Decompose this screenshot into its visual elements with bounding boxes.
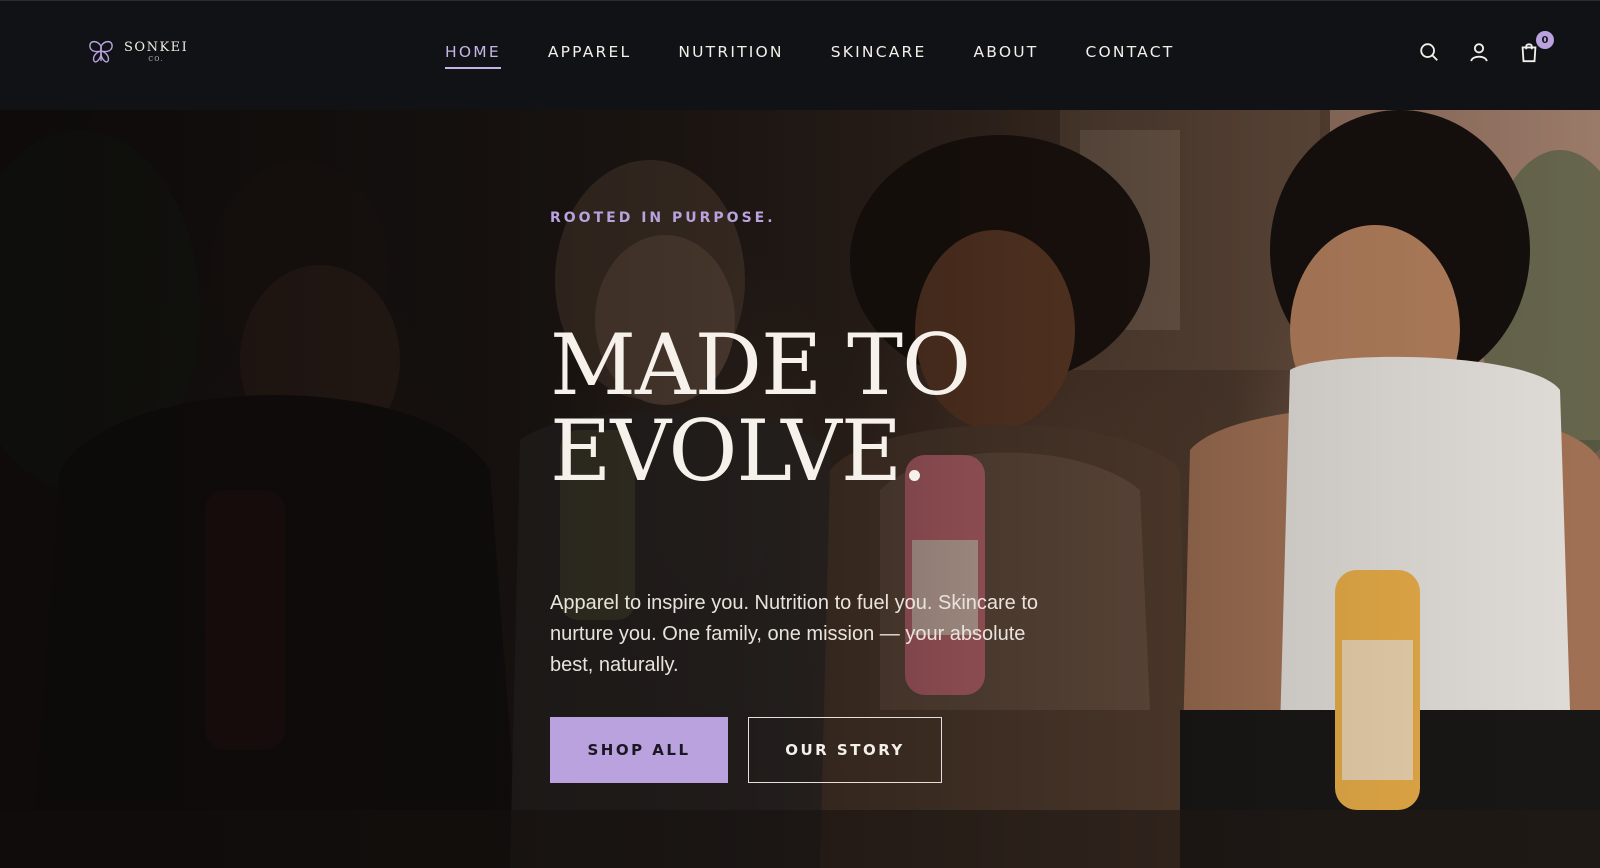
nav-item-nutrition[interactable]: NUTRITION — [678, 43, 783, 67]
nav-item-skincare[interactable]: SKINCARE — [831, 43, 927, 67]
hero-content: ROOTED IN PURPOSE. MADE TO EVOLVE. Appar… — [550, 210, 1110, 783]
nav-item-contact[interactable]: CONTACT — [1085, 43, 1174, 67]
search-icon[interactable] — [1418, 41, 1440, 63]
hero-headline-line-1: MADE TO — [550, 316, 971, 414]
nav-item-apparel[interactable]: APPAREL — [548, 43, 632, 67]
main-nav: HOME APPAREL NUTRITION SKINCARE ABOUT CO… — [445, 43, 1174, 69]
hero-section: ROOTED IN PURPOSE. MADE TO EVOLVE. Appar… — [0, 110, 1600, 868]
brand-sub: CO. — [148, 56, 164, 63]
hero-headline-line-2: EVOLVE. — [550, 402, 928, 500]
shopping-bag-icon[interactable]: 0 — [1518, 31, 1554, 63]
hero-eyebrow: ROOTED IN PURPOSE. — [550, 210, 776, 226]
our-story-button[interactable]: OUR STORY — [748, 717, 942, 783]
nav-item-home[interactable]: HOME — [445, 43, 501, 69]
brand-name: SONKEI — [124, 40, 189, 55]
hero-subtext: Apparel to inspire you. Nutrition to fue… — [550, 592, 1039, 676]
shop-all-button[interactable]: SHOP ALL — [550, 717, 728, 783]
butterfly-logo-icon — [89, 40, 113, 63]
header-actions: 0 — [1418, 31, 1554, 63]
cart-count-badge: 0 — [1536, 31, 1554, 49]
user-icon[interactable] — [1468, 41, 1490, 63]
hero-headline: MADE TO EVOLVE. — [550, 322, 1110, 494]
brand-logo[interactable]: SONKEI CO. — [86, 37, 188, 67]
site-header: SONKEI CO. HOME APPAREL NUTRITION SKINCA… — [0, 0, 1600, 110]
hero-cta-row: SHOP ALL OUR STORY — [550, 717, 1110, 783]
nav-item-about[interactable]: ABOUT — [974, 43, 1039, 67]
